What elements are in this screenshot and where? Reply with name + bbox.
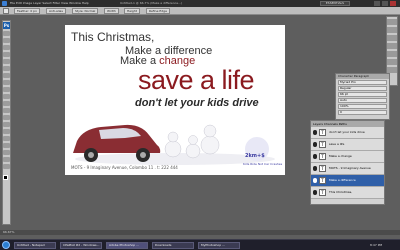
clone-stamp-tool-icon[interactable] — [3, 87, 10, 92]
history-panel-icon[interactable] — [387, 19, 397, 25]
layer-row[interactable]: T MOTS - 9 Imaginary Avenue — [311, 163, 384, 175]
eraser-tool-icon[interactable] — [3, 101, 10, 106]
brush-tool-icon[interactable] — [3, 80, 10, 85]
font-size-field[interactable]: 66 pt — [338, 92, 387, 97]
layer-row-selected[interactable]: T Make a difference — [311, 175, 384, 187]
path-selection-tool-icon[interactable] — [3, 143, 10, 148]
ad-badge: 2km+$ — [245, 153, 265, 159]
minimize-button[interactable] — [374, 1, 380, 6]
layer-row[interactable]: T don't let your kids drive — [311, 127, 384, 139]
visibility-eye-icon[interactable] — [313, 178, 317, 183]
options-bar: Feather: 0 px Anti-alias Style: Normal W… — [0, 7, 400, 15]
workspace-switcher[interactable]: ESSENTIALS — [320, 1, 350, 6]
current-tool-icon[interactable] — [3, 8, 9, 14]
ad-line-christmas: This Christmas, — [71, 30, 155, 44]
dodge-tool-icon[interactable] — [3, 122, 10, 127]
close-button[interactable] — [390, 1, 396, 6]
ad-address: MOTS - 9 Imaginary Avenue, Colombo 11 . … — [71, 165, 178, 170]
crop-tool-icon[interactable] — [3, 59, 10, 64]
maximize-button[interactable] — [382, 1, 388, 6]
shape-tool-icon[interactable] — [3, 150, 10, 155]
layer-row[interactable]: T save a life — [311, 139, 384, 151]
layer-thumb: T — [319, 153, 326, 160]
marquee-tool-icon[interactable] — [3, 38, 10, 43]
gradient-tool-icon[interactable] — [3, 108, 10, 113]
magic-wand-tool-icon[interactable] — [3, 52, 10, 57]
visibility-eye-icon[interactable] — [313, 166, 317, 171]
adjustments-panel-icon[interactable] — [387, 51, 397, 57]
layer-thumb: T — [319, 141, 326, 148]
healing-brush-tool-icon[interactable] — [3, 73, 10, 78]
taskbar-item[interactable]: CPaPlist #2 - Windows... — [60, 242, 102, 249]
font-family-select[interactable]: Myriad Pro — [338, 80, 387, 85]
option-style[interactable]: Style: Normal — [72, 8, 99, 14]
tools-panel: Ps — [2, 20, 11, 225]
ad-subheadline: don't let your kids drive — [135, 97, 259, 109]
layer-name: don't let your kids drive — [329, 130, 365, 134]
lasso-tool-icon[interactable] — [3, 45, 10, 50]
hand-tool-icon[interactable] — [3, 157, 10, 162]
ad-headline: save a life — [138, 65, 255, 95]
blur-tool-icon[interactable] — [3, 115, 10, 120]
character-panel-tabs[interactable]: Character Paragraph — [336, 74, 389, 79]
option-width[interactable]: Width — [104, 8, 119, 14]
type-tool-icon[interactable] — [3, 136, 10, 141]
eyedropper-tool-icon[interactable] — [3, 66, 10, 71]
scale-field[interactable]: 100% — [338, 104, 387, 109]
layer-thumb: T — [319, 129, 326, 136]
ps-icon: Ps — [3, 22, 10, 29]
layer-name: This Christmas, — [329, 190, 353, 194]
option-anti-alias[interactable]: Anti-alias — [46, 8, 66, 14]
leading-field[interactable]: Auto — [338, 98, 387, 103]
character-panel: Character Paragraph Myriad Pro Regular 6… — [335, 73, 390, 120]
status-bar: 66.67% — [0, 230, 400, 235]
taskbar-item-active[interactable]: Adobe Photoshop ... — [106, 242, 148, 249]
taskbar-item[interactable]: Untitled - Notepad — [14, 242, 56, 249]
menu-bar[interactable]: File Edit Image Layer Select Filter View… — [10, 0, 89, 7]
font-style-select[interactable]: Regular — [338, 86, 387, 91]
windows-taskbar: Untitled - Notepad CPaPlist #2 - Windows… — [0, 239, 400, 250]
color-swatches[interactable] — [3, 175, 8, 180]
refine-edge-button[interactable]: Refine Edge — [146, 8, 170, 14]
layer-thumb: T — [319, 177, 326, 184]
visibility-eye-icon[interactable] — [313, 130, 317, 135]
layer-row[interactable]: T Make a change — [311, 151, 384, 163]
layer-thumb: T — [319, 189, 326, 196]
zoom-tool-icon[interactable] — [3, 164, 10, 169]
ad-badge-tagline: Kids Ride Not Car Crashes — [243, 162, 283, 166]
visibility-eye-icon[interactable] — [313, 154, 317, 159]
document-title: Untitled-1 @ 66.7% (Make a difference...… — [120, 1, 183, 5]
layers-panel: Layers Channels Paths T don't let your k… — [310, 120, 385, 205]
layer-row[interactable]: T This Christmas, — [311, 187, 384, 199]
document-canvas[interactable]: This Christmas, Make a difference Make a… — [65, 25, 285, 175]
visibility-eye-icon[interactable] — [313, 142, 317, 147]
pen-tool-icon[interactable] — [3, 129, 10, 134]
visibility-eye-icon[interactable] — [313, 190, 317, 195]
layer-thumb: T — [319, 165, 326, 172]
masks-panel-icon[interactable] — [387, 59, 397, 65]
photoshop-logo-icon[interactable] — [2, 1, 7, 6]
snowmen-illustration — [164, 124, 220, 159]
option-feather[interactable]: Feather: 0 px — [14, 8, 40, 14]
taskbar-item[interactable]: Downloads — [152, 242, 194, 249]
option-height[interactable]: Height — [124, 8, 140, 14]
layer-name: Make a change — [329, 154, 352, 158]
taskbar-item[interactable]: MyPhotoshop ... — [198, 242, 240, 249]
styles-panel-icon[interactable] — [387, 43, 397, 49]
actions-panel-icon[interactable] — [387, 27, 397, 33]
application-bar: File Edit Image Layer Select Filter View… — [0, 0, 400, 7]
taskbar-clock: 8:47 PM — [370, 243, 383, 247]
start-button[interactable] — [2, 241, 10, 249]
tracking-field[interactable]: 0 — [338, 110, 387, 115]
layer-name: Make a difference — [329, 178, 356, 182]
layer-name: MOTS - 9 Imaginary Avenue — [329, 166, 371, 170]
history-brush-tool-icon[interactable] — [3, 94, 10, 99]
move-tool-icon[interactable] — [3, 31, 10, 36]
swatches-panel-icon[interactable] — [387, 35, 397, 41]
layer-name: save a life — [329, 142, 345, 146]
